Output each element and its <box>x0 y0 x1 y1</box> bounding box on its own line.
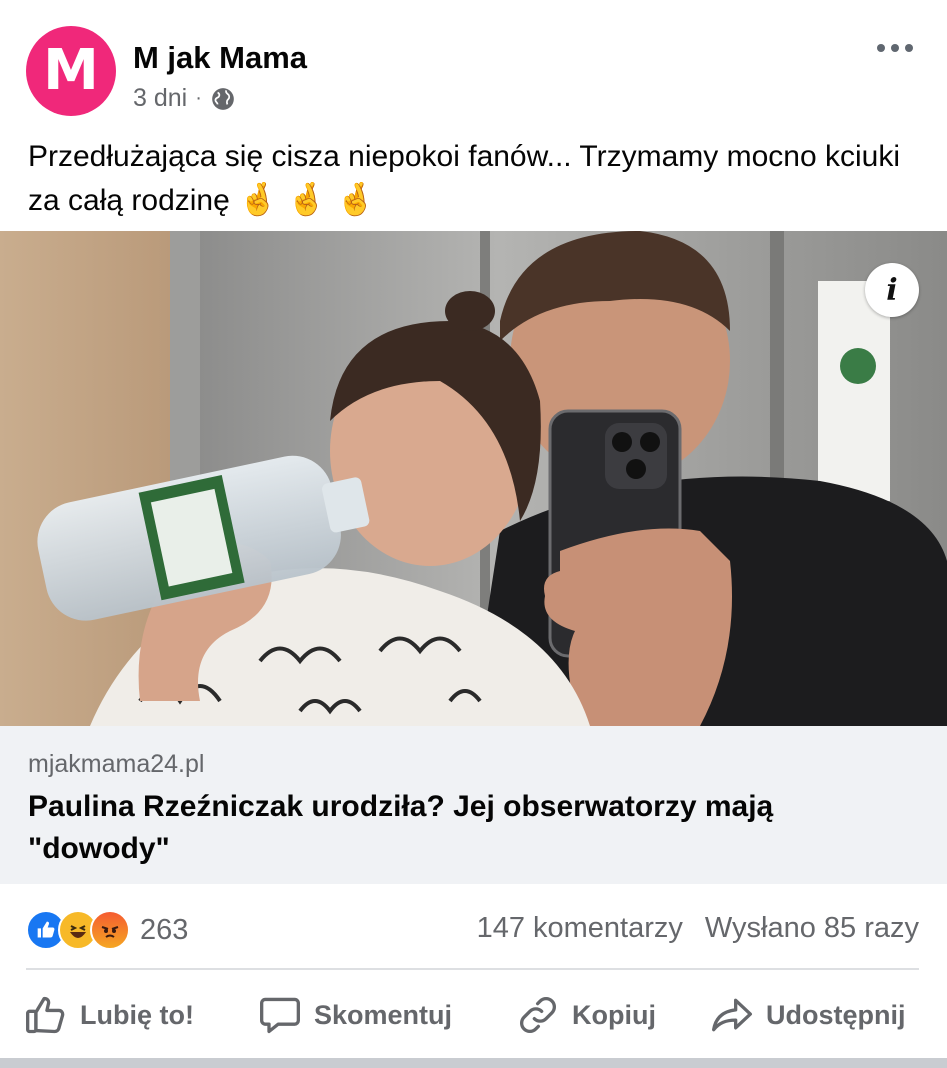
share-arrow-icon <box>712 998 752 1032</box>
post-meta: 3 dni · <box>133 84 236 113</box>
action-bar: Lubię to! Skomentuj Kopiuj Udostępnij <box>0 985 947 1045</box>
meta-separator: · <box>195 87 202 109</box>
post-card: M M jak Mama 3 dni · Przedłużająca się c… <box>0 0 947 1068</box>
avatar-letter: M <box>43 38 99 103</box>
link-title: Paulina Rzeźniczak urodziła? Jej obserwa… <box>28 790 774 865</box>
thumbs-up-icon <box>26 996 65 1034</box>
post-time[interactable]: 3 dni <box>133 84 187 113</box>
shares-count[interactable]: Wysłano 85 razy <box>705 912 919 945</box>
reaction-count: 263 <box>140 913 189 946</box>
divider <box>26 968 919 970</box>
like-button[interactable]: Lubię to! <box>24 985 194 1045</box>
link-preview[interactable]: mjakmama24.pl Paulina Rzeźniczak urodził… <box>0 726 947 884</box>
link-domain: mjakmama24.pl <box>28 750 205 778</box>
feed-separator <box>0 1058 947 1068</box>
comment-label: Skomentuj <box>314 999 453 1030</box>
info-icon[interactable]: i <box>865 263 919 317</box>
post-caption: Przedłużająca się cisza niepokoi fanów..… <box>28 136 928 222</box>
angry-reaction-icon <box>90 910 130 950</box>
copy-link-button[interactable]: Kopiuj <box>516 985 656 1045</box>
share-label: Udostępnij <box>766 999 906 1030</box>
comments-count[interactable]: 147 komentarzy <box>477 912 683 945</box>
comment-icon <box>260 997 300 1034</box>
reactions-summary[interactable]: 263 <box>26 910 188 950</box>
link-icon <box>520 997 556 1033</box>
crossed-fingers-emoji: 🤞 🤞 🤞 <box>238 181 376 217</box>
post-photo[interactable] <box>0 231 947 726</box>
caption-text: Przedłużająca się cisza niepokoi fanów..… <box>28 140 901 217</box>
post-stats: 147 komentarzy Wysłano 85 razy <box>477 912 919 945</box>
comment-button[interactable]: Skomentuj <box>258 985 452 1045</box>
copy-label: Kopiuj <box>572 999 656 1030</box>
share-button[interactable]: Udostępnij <box>710 985 906 1045</box>
photo-illustration <box>0 231 947 726</box>
page-avatar[interactable]: M <box>26 26 116 116</box>
page-name[interactable]: M jak Mama <box>133 40 307 76</box>
globe-icon <box>212 87 234 110</box>
like-label: Lubię to! <box>80 999 194 1030</box>
more-horizontal-icon[interactable] <box>873 36 917 60</box>
